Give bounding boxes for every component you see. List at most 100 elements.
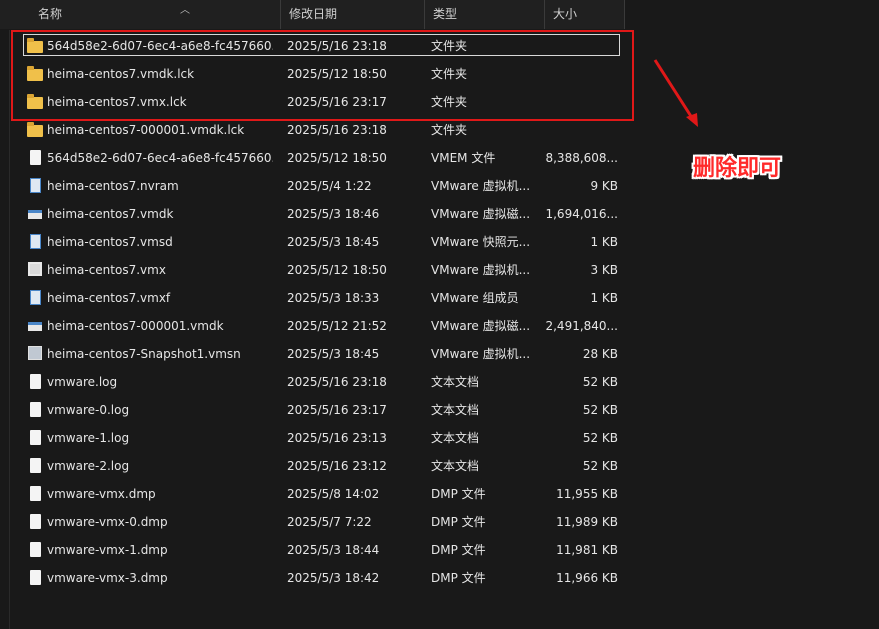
file-size: 1,694,016... xyxy=(545,207,618,221)
file-icon xyxy=(30,150,41,165)
file-type: VMEM 文件 xyxy=(431,151,496,165)
file-row[interactable]: vmware.log 2025/5/16 23:18 文本文档 52 KB xyxy=(0,368,625,396)
file-date: 2025/5/8 14:02 xyxy=(287,487,380,501)
file-size: 11,981 KB xyxy=(556,543,618,557)
column-header-name-label: 名称 xyxy=(38,7,63,21)
file-row[interactable]: heima-centos7.vmdk 2025/5/3 18:46 VMware 虚… xyxy=(0,200,625,228)
file-date: 2025/5/3 18:44 xyxy=(287,543,380,557)
file-row[interactable]: heima-centos7.vmsd 2025/5/3 18:45 VMware 快… xyxy=(0,228,625,256)
file-name: 564d58e2-6d07-6ec4-a6e8-fc457660... xyxy=(47,151,273,165)
file-type: VMware 虚拟机... xyxy=(431,179,531,193)
file-icon-cell xyxy=(27,256,43,284)
file-icon-cell xyxy=(27,284,43,312)
file-icon-cell xyxy=(27,480,43,508)
file-row[interactable]: heima-centos7.vmx 2025/5/12 18:50 VMware 虚… xyxy=(0,256,625,284)
text-file-icon xyxy=(30,458,41,473)
file-row[interactable]: vmware-vmx-3.dmp 2025/5/3 18:42 DMP 文件 11,9… xyxy=(0,564,625,592)
file-size: 52 KB xyxy=(582,459,618,473)
file-icon-cell xyxy=(27,564,43,592)
file-name: heima-centos7-000001.vmdk xyxy=(47,319,224,333)
column-header-date[interactable]: 修改日期 xyxy=(281,0,425,29)
file-date: 2025/5/12 18:50 xyxy=(287,151,387,165)
column-header-date-label: 修改日期 xyxy=(289,7,338,21)
file-size: 8,388,608... xyxy=(545,151,618,165)
file-row[interactable]: 564d58e2-6d07-6ec4-a6e8-fc457660... 2025/… xyxy=(0,144,625,172)
file-name: vmware-0.log xyxy=(47,403,130,417)
file-date: 2025/5/12 18:50 xyxy=(287,263,387,277)
file-size: 11,989 KB xyxy=(556,515,618,529)
file-icon-cell xyxy=(27,172,43,200)
file-icon xyxy=(30,486,41,501)
file-name: vmware-2.log xyxy=(47,459,130,473)
sort-up-icon: ︿ xyxy=(180,5,190,16)
file-icon-cell xyxy=(27,340,43,368)
file-row[interactable]: heima-centos7.vmxf 2025/5/3 18:33 VMware 组… xyxy=(0,284,625,312)
file-name: vmware-vmx-0.dmp xyxy=(47,515,168,529)
file-date: 2025/5/16 23:12 xyxy=(287,459,387,473)
column-header-type-label: 类型 xyxy=(433,7,458,21)
file-date: 2025/5/3 18:42 xyxy=(287,571,380,585)
file-date: 2025/5/12 21:52 xyxy=(287,319,387,333)
file-name: heima-centos7.vmsd xyxy=(47,235,173,249)
file-row[interactable]: vmware-1.log 2025/5/16 23:13 文本文档 52 KB xyxy=(0,424,625,452)
file-size: 52 KB xyxy=(582,431,618,445)
column-header-name[interactable]: 名称 ︿ xyxy=(30,0,281,29)
file-row[interactable]: heima-centos7.nvram 2025/5/4 1:22 VMware 虚… xyxy=(0,172,625,200)
file-name: heima-centos7-Snapshot1.vmsn xyxy=(47,347,241,361)
file-type: DMP 文件 xyxy=(431,571,486,585)
column-header-size-label: 大小 xyxy=(553,7,578,21)
file-row[interactable]: vmware-0.log 2025/5/16 23:17 文本文档 52 KB xyxy=(0,396,625,424)
vmware-snapshot-icon xyxy=(28,346,42,360)
file-type: VMware 组成员 xyxy=(431,291,519,305)
file-size: 1 KB xyxy=(590,235,618,249)
file-icon-cell xyxy=(27,144,43,172)
file-size: 11,955 KB xyxy=(556,487,618,501)
file-type: 文本文档 xyxy=(431,431,480,445)
file-type: 文本文档 xyxy=(431,375,480,389)
file-row[interactable]: heima-centos7-Snapshot1.vmsn 2025/5/3 18:… xyxy=(0,340,625,368)
file-size: 52 KB xyxy=(582,375,618,389)
file-icon-cell xyxy=(27,228,43,256)
file-name: vmware-vmx.dmp xyxy=(47,487,156,501)
file-size: 11,966 KB xyxy=(556,571,618,585)
file-type: VMware 快照元... xyxy=(431,235,531,249)
file-name: vmware-vmx-1.dmp xyxy=(47,543,168,557)
file-type: VMware 虚拟机... xyxy=(431,347,531,361)
file-date: 2025/5/3 18:45 xyxy=(287,347,380,361)
file-date: 2025/5/3 18:46 xyxy=(287,207,380,221)
file-icon-cell xyxy=(27,200,43,228)
file-date: 2025/5/3 18:33 xyxy=(287,291,380,305)
file-name: heima-centos7.vmdk xyxy=(47,207,174,221)
file-date: 2025/5/4 1:22 xyxy=(287,179,372,193)
file-size: 52 KB xyxy=(582,403,618,417)
file-name: vmware-1.log xyxy=(47,431,130,445)
file-row[interactable]: vmware-vmx.dmp 2025/5/8 14:02 DMP 文件 11,955… xyxy=(0,480,625,508)
file-name: heima-centos7.vmx xyxy=(47,263,166,277)
vmware-doc-icon xyxy=(30,234,41,249)
file-type: VMware 虚拟磁... xyxy=(431,207,531,221)
file-type: DMP 文件 xyxy=(431,543,486,557)
highlight-box xyxy=(11,30,634,121)
file-type: 文本文档 xyxy=(431,403,480,417)
file-name: vmware.log xyxy=(47,375,118,389)
file-row[interactable]: vmware-vmx-1.dmp 2025/5/3 18:44 DMP 文件 11,9… xyxy=(0,536,625,564)
vmware-disk-icon xyxy=(28,210,42,219)
red-arrow-icon xyxy=(653,59,698,127)
file-row[interactable]: vmware-2.log 2025/5/16 23:12 文本文档 52 KB xyxy=(0,452,625,480)
column-header-size[interactable]: 大小 xyxy=(545,0,625,29)
file-icon-cell xyxy=(27,536,43,564)
file-size: 3 KB xyxy=(590,263,618,277)
column-header-type[interactable]: 类型 xyxy=(425,0,545,29)
vmware-doc-icon xyxy=(30,290,41,305)
file-size: 28 KB xyxy=(582,347,618,361)
file-date: 2025/5/16 23:18 xyxy=(287,375,387,389)
file-icon-cell xyxy=(27,396,43,424)
file-icon-cell xyxy=(27,368,43,396)
file-row[interactable]: vmware-vmx-0.dmp 2025/5/7 7:22 DMP 文件 11,98… xyxy=(0,508,625,536)
text-file-icon xyxy=(30,430,41,445)
file-type: DMP 文件 xyxy=(431,487,486,501)
file-size: 1 KB xyxy=(590,291,618,305)
file-icon xyxy=(30,570,41,585)
file-row[interactable]: heima-centos7-000001.vmdk 2025/5/12 21:52… xyxy=(0,312,625,340)
file-icon-cell xyxy=(27,312,43,340)
